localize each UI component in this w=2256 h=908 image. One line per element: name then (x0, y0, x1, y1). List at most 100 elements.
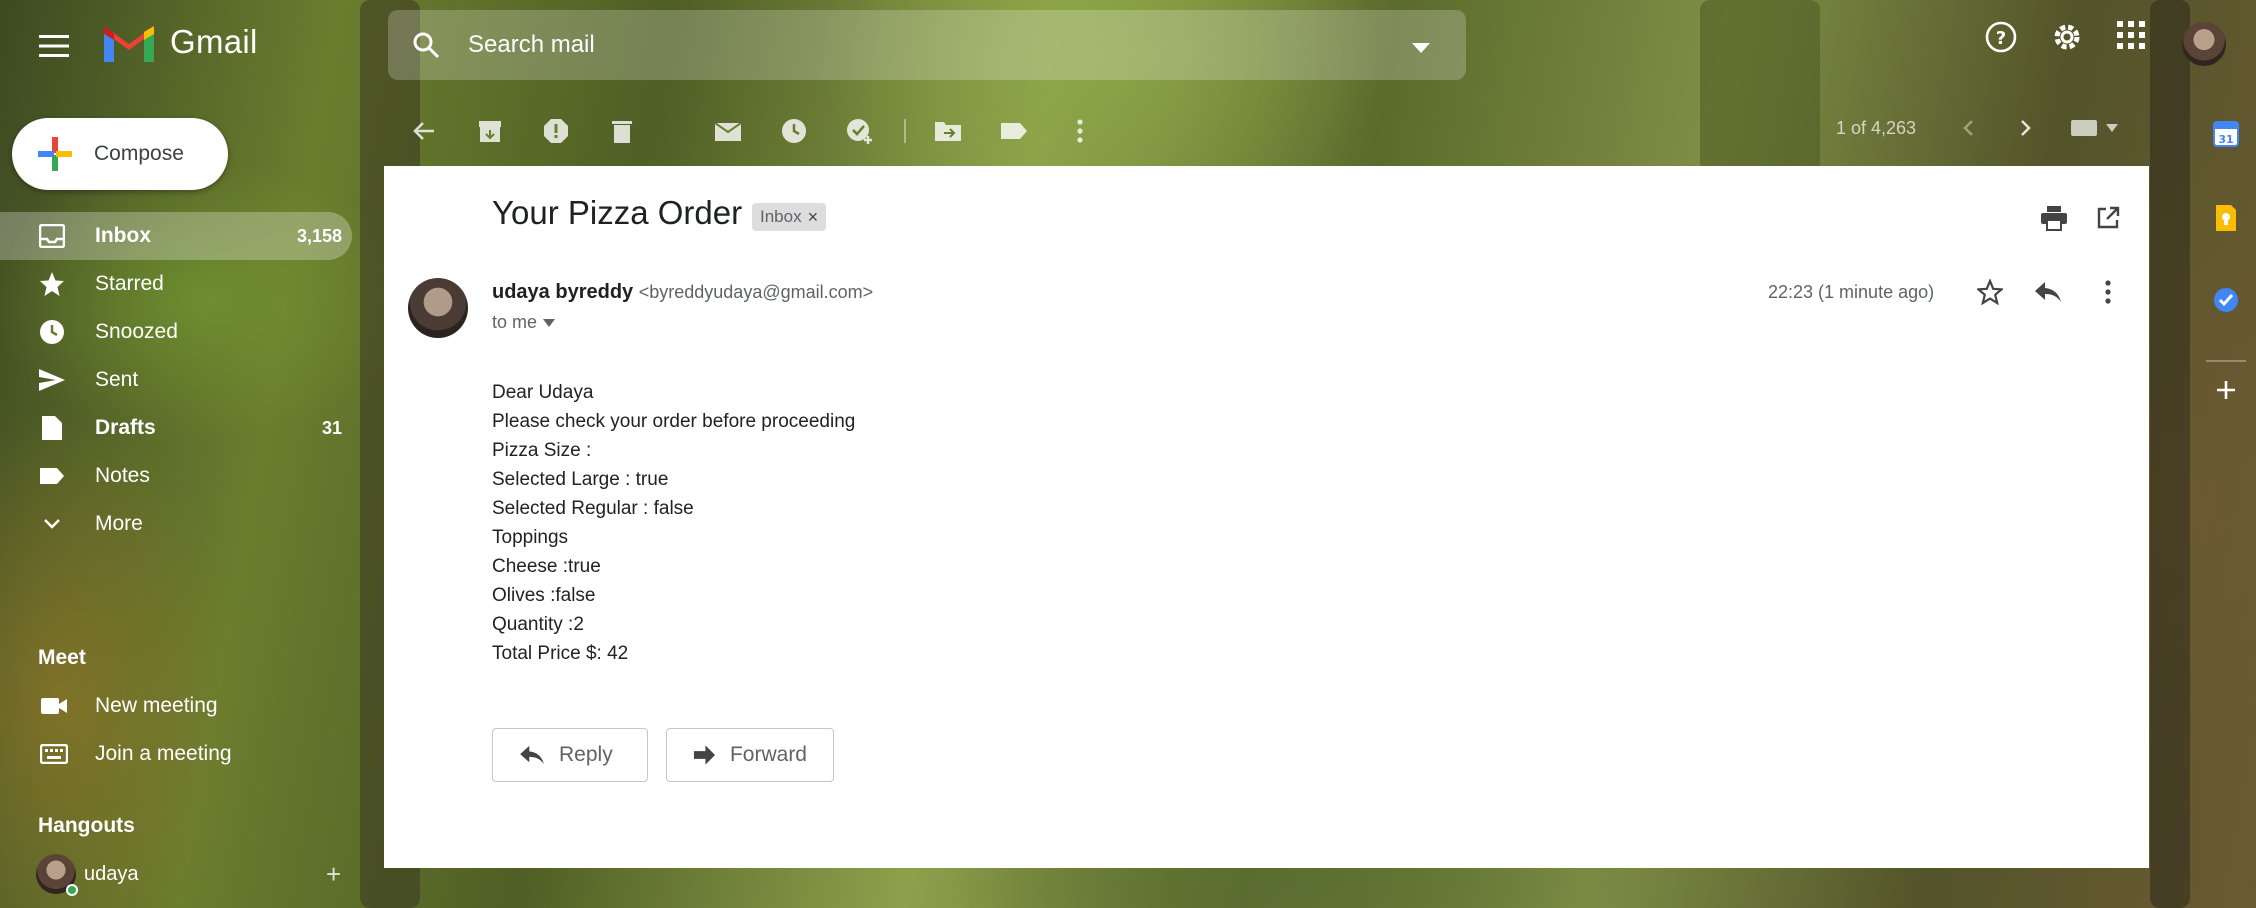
search-options-icon[interactable] (1412, 40, 1430, 58)
sidebar-item-more[interactable]: More (0, 500, 352, 548)
recipient-label: to me (492, 312, 538, 332)
sidebar-item-snoozed[interactable]: Snoozed (0, 308, 352, 356)
account-avatar[interactable] (2182, 22, 2226, 66)
chevron-down-icon (38, 512, 66, 536)
report-spam-icon (544, 119, 568, 143)
remove-label-icon[interactable]: × (808, 207, 819, 228)
body-line: Dear Udaya (492, 382, 594, 403)
move-to-button[interactable] (932, 115, 964, 147)
sidebar-item-sent[interactable]: Sent (0, 356, 352, 404)
back-button[interactable] (408, 115, 440, 147)
print-icon (2041, 206, 2067, 231)
new-meeting-label: New meeting (95, 694, 218, 717)
keep-icon (2216, 205, 2236, 231)
plus-icon (2217, 381, 2235, 399)
apps-button[interactable] (2116, 20, 2146, 50)
archive-button[interactable] (474, 115, 506, 147)
sidebar-item-label: More (95, 512, 143, 535)
body-line: Quantity :2 (492, 614, 584, 635)
body-line: Olives :false (492, 585, 596, 606)
more-vertical-icon (2105, 280, 2111, 304)
report-spam-button[interactable] (540, 115, 572, 147)
message-panel: Your Pizza Order Inbox × udaya byreddy <… (384, 166, 2149, 868)
search-bar[interactable] (388, 10, 1466, 80)
side-panel-rail: 31 (2196, 110, 2256, 510)
chevron-down-icon[interactable] (543, 318, 556, 327)
inbox-label-chip: Inbox × (752, 203, 827, 231)
sender-email: <byreddyudaya@gmail.com> (638, 282, 874, 302)
message-more-button[interactable] (2090, 274, 2126, 310)
sidebar-item-inbox[interactable]: Inbox 3,158 (0, 212, 352, 260)
chevron-left-icon (1963, 120, 1973, 136)
gmail-logo[interactable]: Gmail (102, 22, 258, 62)
search-input[interactable] (468, 31, 1348, 59)
delete-button[interactable] (606, 115, 638, 147)
sender-name[interactable]: udaya byreddy (492, 281, 633, 303)
plus-icon (38, 137, 72, 171)
compose-button[interactable]: Compose (12, 118, 228, 190)
drafts-count: 31 (321, 417, 342, 438)
chevron-right-icon (2021, 120, 2031, 136)
mark-unread-button[interactable] (712, 115, 744, 147)
sidebar-item-drafts[interactable]: Drafts 31 (0, 404, 352, 452)
gmail-m-icon (104, 26, 154, 62)
open-new-window-button[interactable] (2090, 200, 2126, 236)
more-vertical-icon (1077, 119, 1083, 143)
sidebar-item-label: Sent (95, 368, 139, 391)
labels-button[interactable] (998, 115, 1030, 147)
tasks-icon (2214, 288, 2238, 312)
more-actions-button[interactable] (1064, 115, 1096, 147)
body-line: Toppings (492, 527, 569, 548)
add-to-tasks-button[interactable] (844, 115, 876, 147)
sidebar-item-notes[interactable]: Notes (0, 452, 352, 500)
hangouts-user[interactable]: udaya + (0, 854, 341, 896)
mark-unread-icon (714, 122, 742, 141)
calendar-button[interactable]: 31 (2212, 120, 2240, 148)
sidebar-item-label: Drafts (95, 416, 156, 439)
move-to-icon (935, 122, 961, 141)
keep-button[interactable] (2212, 204, 2240, 232)
forward-button[interactable]: Forward (666, 728, 834, 782)
input-tools-button[interactable] (2064, 112, 2124, 144)
svg-text:?: ? (1996, 28, 2006, 49)
sender-info: udaya byreddy <byreddyudaya@gmail.com> (492, 281, 873, 304)
video-camera-icon (40, 696, 68, 722)
forward-icon (693, 745, 716, 765)
snooze-button[interactable] (778, 115, 810, 147)
gear-icon (2054, 24, 2080, 50)
sender-avatar[interactable] (408, 278, 468, 338)
sidebar-item-label: Starred (95, 272, 164, 295)
search-icon[interactable] (412, 31, 440, 64)
hangouts-section-title: Hangouts (38, 814, 135, 837)
reply-button[interactable]: Reply (492, 728, 648, 782)
inbox-count: 3,158 (296, 225, 342, 246)
email-body: Dear Udaya Please check your order befor… (492, 378, 855, 668)
add-hangout-icon[interactable]: + (326, 859, 341, 890)
hangouts-user-name: udaya (84, 862, 139, 885)
keyboard-icon (39, 743, 69, 770)
print-button[interactable] (2036, 200, 2072, 236)
arrow-left-icon (413, 122, 434, 140)
sidebar-item-starred[interactable]: Starred (0, 260, 352, 308)
email-subject: Your Pizza Order (492, 194, 743, 231)
star-outline-icon (1977, 279, 2003, 305)
newer-button[interactable] (1952, 112, 1984, 144)
star-button[interactable] (1972, 274, 2008, 310)
reply-icon-button[interactable] (2030, 274, 2066, 310)
recipient-details[interactable]: to me (492, 312, 556, 333)
tasks-button[interactable] (2212, 286, 2240, 314)
main-menu-button[interactable] (30, 26, 78, 66)
help-icon: ? (1985, 21, 2017, 53)
get-addons-button[interactable] (2212, 376, 2240, 404)
settings-button[interactable] (2050, 20, 2084, 54)
support-button[interactable]: ? (1984, 20, 2018, 54)
trash-icon (612, 121, 632, 143)
label-icon (1001, 123, 1027, 139)
older-button[interactable] (2010, 112, 2042, 144)
top-bar: Gmail ? (0, 0, 2256, 92)
join-meeting-item[interactable]: Join a meeting (0, 734, 340, 774)
reply-label: Reply (559, 743, 613, 766)
join-meeting-label: Join a meeting (95, 742, 232, 765)
new-meeting-item[interactable]: New meeting (0, 686, 340, 726)
online-status-icon (66, 884, 78, 896)
